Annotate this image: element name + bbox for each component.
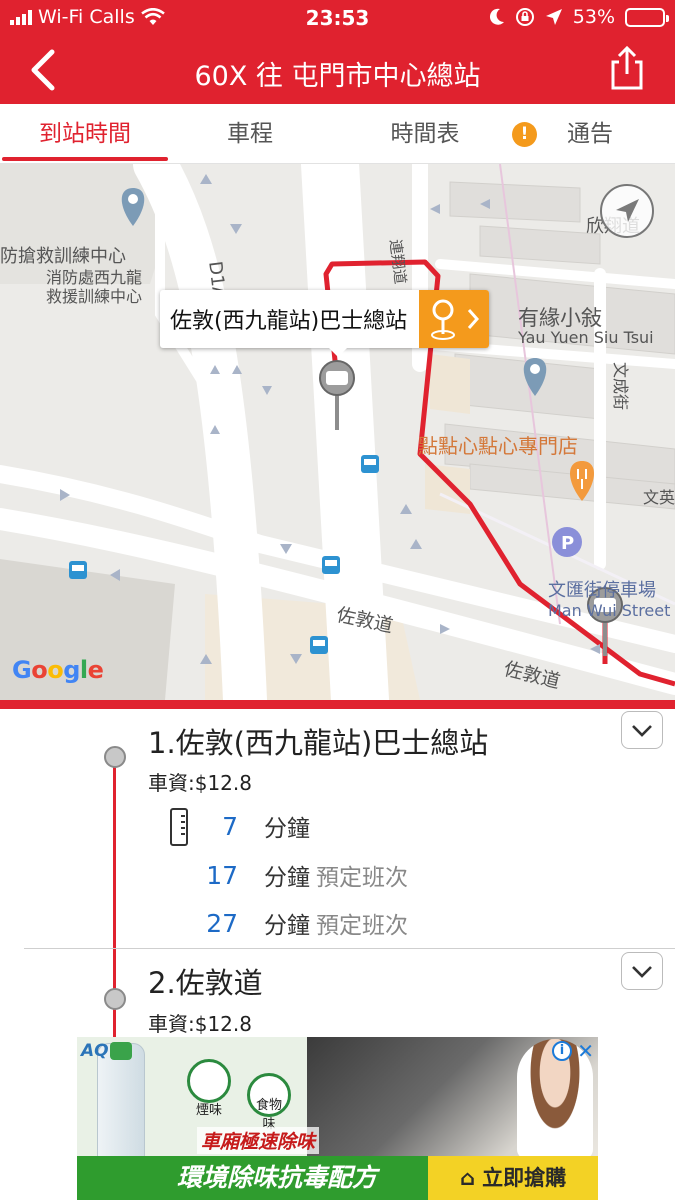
eta-minutes: 17: [206, 860, 238, 890]
chevron-down-icon: [632, 966, 652, 978]
stop-callout[interactable]: 佐敦(西九龍站)巴士總站: [160, 290, 490, 348]
map-label: 文匯街停車場: [548, 580, 656, 601]
parking-icon: P: [552, 527, 582, 557]
eta-row: 7 分鐘: [160, 806, 316, 846]
top-bar: Wi-Fi Calls 23:53 53% 60X 往 屯門市中心總站: [0, 0, 675, 104]
ad-close-icon[interactable]: ✕: [577, 1039, 594, 1063]
map-label: 文英: [643, 488, 675, 507]
map-label: 文成街: [611, 362, 630, 411]
stop-name[interactable]: 2.佐敦道: [148, 960, 263, 1002]
eta-unit: 分鐘: [264, 816, 310, 842]
chevron-left-icon: [31, 49, 55, 91]
expand-button[interactable]: [621, 952, 663, 990]
page-title: 60X 往 屯門市中心總站: [194, 61, 481, 92]
moon-icon: [489, 8, 504, 25]
logo-letter: l: [79, 656, 88, 684]
ad-bottom-strip: 環境除味抗毒配方 ⌂ 立即搶購: [77, 1156, 598, 1200]
map-label: Man Wui Street C: [548, 601, 675, 620]
map-label: Yau Yuen Siu Tsui: [518, 328, 654, 347]
tab-arrival-time[interactable]: 到站時間: [0, 104, 170, 164]
compass-button[interactable]: [600, 184, 654, 238]
expand-button[interactable]: [621, 711, 663, 749]
logo-letter: o: [47, 656, 64, 684]
status-bar: Wi-Fi Calls 23:53 53%: [0, 0, 675, 36]
share-button[interactable]: [601, 42, 653, 94]
rotation-lock-icon: [515, 8, 534, 26]
logo-letter: g: [63, 656, 80, 684]
ad-brand-logo: AQ: [81, 1041, 109, 1061]
eta-note: 預定班次: [316, 913, 408, 939]
battery-icon: [625, 7, 669, 27]
stop-fare: 車資:$12.8: [148, 1012, 252, 1036]
svg-text:P: P: [561, 533, 574, 554]
app-screen: Wi-Fi Calls 23:53 53% 60X 往 屯門市中心總站 到站時間…: [0, 0, 675, 1200]
navigation-arrow-icon: [616, 199, 639, 222]
tab-timetable[interactable]: 時間表: [345, 104, 505, 164]
ad-cta-label: 立即搶購: [482, 1166, 567, 1190]
callout-stop-name: 佐敦(西九龍站)巴士總站: [170, 309, 408, 334]
active-tab-indicator: [2, 157, 168, 161]
ad-badge-smoke: 煙味: [187, 1059, 231, 1118]
bus-stop-go-icon: [431, 299, 480, 340]
header: 60X 往 屯門市中心總站: [0, 36, 675, 104]
eta-unit: 分鐘: [264, 913, 310, 939]
stop-dot: [104, 988, 126, 1010]
logo-letter: e: [87, 656, 104, 684]
ad-cta-button[interactable]: ⌂ 立即搶購: [428, 1156, 598, 1200]
ad-banner[interactable]: AQ 煙味 食物味 車廂極速除味 環境除味抗毒配方 ⌂ 立即搶購 i ✕: [77, 1037, 598, 1200]
ad-headline: 車廂極速除味: [197, 1127, 320, 1154]
eta-minutes: 27: [206, 908, 238, 938]
map-label: 救援訓練中心: [46, 287, 143, 306]
route-map[interactable]: P 防搶救訓練中心 消防處西九龍 救援訓練中心 D1A(連翔道 有緣小敍 Ya…: [0, 164, 675, 700]
eta-row: 17 分鐘 預定班次: [160, 855, 408, 895]
stop-divider: [24, 948, 675, 949]
stop-dot: [104, 746, 126, 768]
callout-go-button[interactable]: [419, 290, 490, 348]
back-button[interactable]: [18, 44, 70, 96]
cart-icon: ⌂: [459, 1166, 475, 1190]
ad-info-icon[interactable]: i: [552, 1041, 572, 1061]
map-label: 點點心點心專門店: [418, 434, 578, 458]
stop-fare: 車資:$12.8: [148, 771, 252, 795]
callout-tail: [328, 347, 348, 357]
chevron-down-icon: [632, 725, 652, 737]
tab-notice[interactable]: 通告: [540, 104, 640, 164]
ad-badge-label: 煙味: [195, 1103, 222, 1118]
eta-unit: 分鐘: [264, 865, 310, 891]
tab-bar: 到站時間 車程 時間表 ! 通告: [0, 104, 675, 164]
stop-name[interactable]: 1.佐敦(西九龍站)巴士總站: [148, 720, 488, 762]
battery-percent: 53%: [572, 6, 615, 28]
eta-note: 預定班次: [316, 865, 408, 891]
alert-icon: !: [512, 122, 537, 147]
logo-letter: o: [31, 656, 48, 684]
tab-journey[interactable]: 車程: [170, 104, 330, 164]
logo-letter: G: [12, 656, 32, 684]
eta-row: 27 分鐘 預定班次: [160, 903, 408, 943]
location-arrow-icon: [545, 9, 562, 25]
ad-main-text: 環境除味抗毒配方: [177, 1163, 378, 1192]
map-divider: [0, 700, 675, 709]
ad-badge-food: 食物味: [247, 1073, 291, 1132]
eta-minutes: 7: [222, 811, 238, 841]
status-right: 53%: [489, 6, 669, 28]
share-icon: [611, 45, 643, 90]
google-logo: Google: [12, 656, 104, 684]
